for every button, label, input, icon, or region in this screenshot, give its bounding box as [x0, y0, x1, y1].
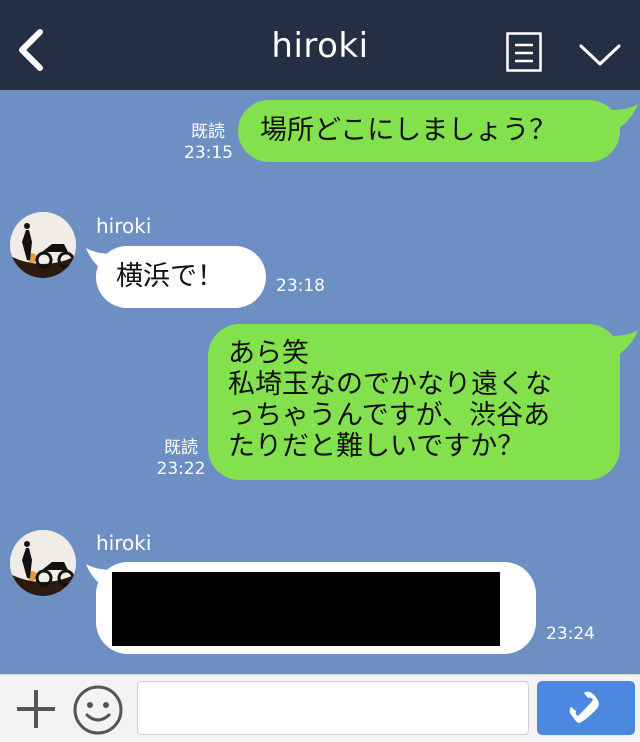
call-button[interactable] — [537, 681, 635, 735]
bubble-tail — [610, 330, 638, 358]
sender-name: hiroki — [96, 531, 152, 555]
smiley-icon[interactable] — [72, 684, 124, 736]
message-list[interactable]: 既読 23:15 場所どこにしましょう？ hiroki 横浜で！ 23:18 既… — [0, 90, 640, 674]
message-input[interactable] — [137, 681, 529, 735]
input-bar — [0, 674, 640, 742]
read-receipt: 既読 23:15 — [184, 122, 233, 163]
notes-icon[interactable] — [506, 32, 542, 72]
sender-name: hiroki — [96, 214, 152, 238]
chat-header: hiroki — [0, 0, 640, 90]
message-text: 場所どこにしましょう？ — [260, 115, 557, 146]
avatar[interactable] — [10, 212, 76, 278]
read-receipt: 既読 23:22 — [156, 438, 206, 479]
avatar-image — [10, 530, 76, 596]
their-message-bubble[interactable] — [96, 562, 536, 654]
plus-icon[interactable] — [14, 687, 58, 731]
message-line: たりだと難しいですか？ — [228, 431, 525, 462]
my-message-bubble[interactable]: 場所どこにしましょう？ — [238, 100, 620, 162]
avatar-image — [10, 212, 76, 278]
message-time: 23:18 — [276, 276, 325, 296]
message-text: 横浜で！ — [116, 261, 224, 292]
message-line: あら笑 — [228, 338, 309, 369]
message-line: っちゃうんですが、渋谷あ — [228, 400, 551, 431]
phone-icon — [569, 691, 599, 723]
chevron-down-icon[interactable] — [578, 38, 622, 68]
message-line: 私埼玉なのでかなり遠くな — [228, 369, 552, 400]
chat-title: hiroki — [271, 26, 369, 66]
their-message-bubble[interactable]: 横浜で！ — [96, 246, 266, 308]
message-time: 23:24 — [546, 624, 595, 644]
bubble-tail — [610, 104, 638, 132]
redacted-block — [112, 572, 500, 646]
avatar[interactable] — [10, 530, 76, 596]
my-message-bubble[interactable]: あら笑 私埼玉なのでかなり遠くな っちゃうんですが、渋谷あ たりだと難しいですか… — [208, 324, 620, 480]
